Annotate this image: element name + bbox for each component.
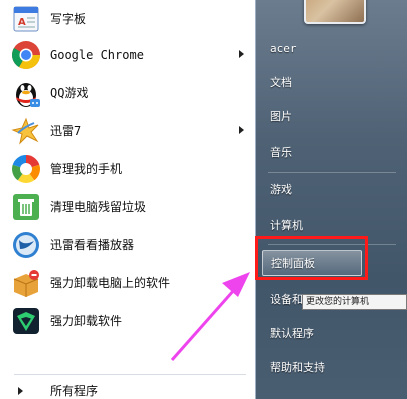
places-item-computer[interactable]: 计算机 <box>262 213 400 239</box>
program-label: 强力卸载软件 <box>50 314 123 328</box>
wordpad-icon: A <box>10 3 42 35</box>
places-item-control-panel[interactable]: 控制面板 <box>262 250 362 276</box>
all-programs-label: 所有程序 <box>50 384 99 398</box>
program-label: 清理电脑残留垃圾 <box>50 200 147 214</box>
all-programs-arrow-icon <box>18 387 23 395</box>
program-label: Google Chrome <box>50 48 144 62</box>
program-item-xunlei-player[interactable]: 迅雷看看播放器 <box>4 226 250 264</box>
program-label: QQ游戏 <box>50 86 89 100</box>
places-item-games[interactable]: 游戏 <box>262 177 400 203</box>
tooltip: 更改您的计算机 <box>302 294 407 310</box>
program-list-pane: A 写字板 Google Chrome QQ游戏 迅雷7 管理我的手机 清理电脑… <box>0 0 256 399</box>
submenu-arrow-icon[interactable] <box>239 126 244 134</box>
uninstall-box-icon <box>10 267 42 299</box>
program-item-uninstall-software[interactable]: 强力卸载电脑上的软件 <box>4 264 250 302</box>
places-separator <box>268 244 396 245</box>
places-item-help-support[interactable]: 帮助和支持 <box>262 355 400 381</box>
places-item-pictures[interactable]: 图片 <box>262 104 400 130</box>
program-item-qq-game[interactable]: QQ游戏 <box>4 74 250 112</box>
all-programs-button[interactable]: 所有程序 <box>4 380 250 399</box>
xunlei-player-icon <box>10 229 42 261</box>
program-item-xunlei[interactable]: 迅雷7 <box>4 112 250 150</box>
places-item-music[interactable]: 音乐 <box>262 140 400 166</box>
phone-manager-icon <box>10 153 42 185</box>
chrome-icon <box>10 39 42 71</box>
uninstall-shield-icon <box>10 305 42 337</box>
program-label: 强力卸载电脑上的软件 <box>50 276 171 290</box>
xunlei-icon <box>10 115 42 147</box>
start-menu: A 写字板 Google Chrome QQ游戏 迅雷7 管理我的手机 清理电脑… <box>0 0 407 399</box>
program-label: 迅雷看看播放器 <box>50 238 135 252</box>
svg-text:A: A <box>18 17 26 28</box>
program-label: 管理我的手机 <box>50 162 123 176</box>
program-item-wordpad[interactable]: A 写字板 <box>4 0 250 38</box>
program-item-cleanup[interactable]: 清理电脑残留垃圾 <box>4 188 250 226</box>
recycle-icon <box>10 191 42 223</box>
program-label: 迅雷7 <box>50 124 82 138</box>
places-item-documents[interactable]: 文档 <box>262 70 400 96</box>
user-picture[interactable] <box>304 0 366 24</box>
menu-separator <box>14 374 246 375</box>
program-label: 写字板 <box>50 12 87 26</box>
program-item-chrome[interactable]: Google Chrome <box>4 36 250 74</box>
places-item-acer[interactable]: acer <box>262 36 400 62</box>
submenu-arrow-icon[interactable] <box>239 50 244 58</box>
program-item-phone-manager[interactable]: 管理我的手机 <box>4 150 250 188</box>
places-separator <box>268 172 396 173</box>
qq-game-icon <box>10 77 42 109</box>
places-item-default-programs[interactable]: 默认程序 <box>262 321 400 347</box>
program-item-uninstall[interactable]: 强力卸载软件 <box>4 302 250 340</box>
